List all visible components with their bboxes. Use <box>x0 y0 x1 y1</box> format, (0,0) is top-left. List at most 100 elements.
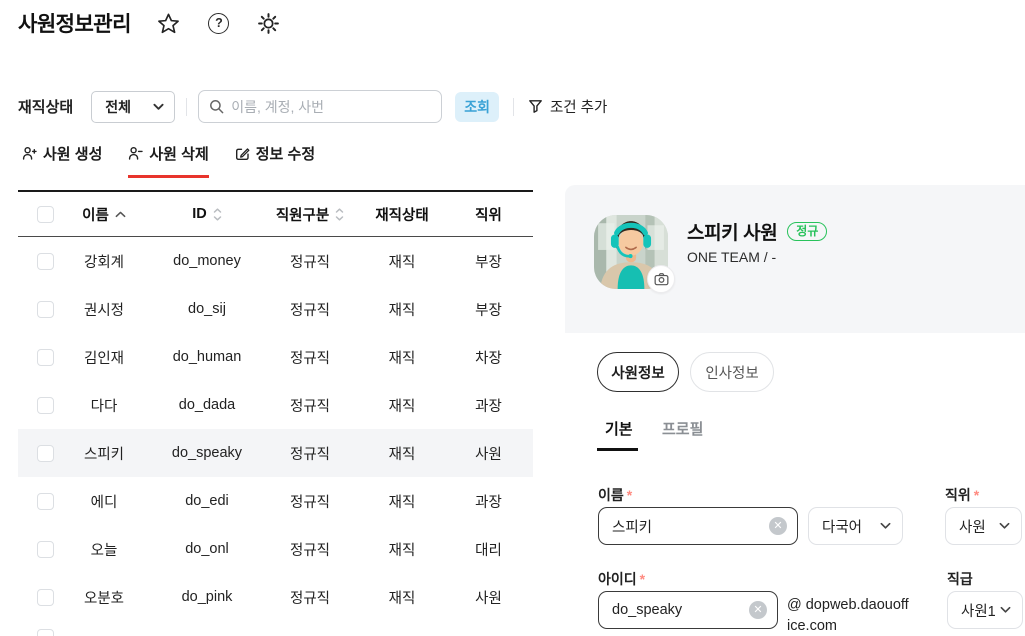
status-filter-select[interactable]: 전체 <box>91 91 175 123</box>
row-checkbox[interactable] <box>37 445 54 462</box>
divider <box>513 98 514 116</box>
row-checkbox[interactable] <box>37 301 54 318</box>
id-field-label: 아이디* <box>598 569 645 589</box>
row-checkbox[interactable] <box>37 253 54 270</box>
table-row[interactable]: 다다do_dada정규직재직과장 <box>18 381 533 429</box>
sort-both-icon <box>213 208 222 221</box>
add-condition-button[interactable]: 조건 추가 <box>528 96 607 117</box>
row-checkbox[interactable] <box>37 589 54 606</box>
subtab-basic[interactable]: 기본 <box>605 418 633 439</box>
column-header-id[interactable]: ID <box>154 206 260 222</box>
search-icon <box>209 99 224 114</box>
cell-type: 정규직 <box>260 299 360 320</box>
required-mark: * <box>640 571 645 587</box>
employee-table: 이름 ID 직원구분 재직상태 직위 강회계do_money정규직재직부장권시정… <box>18 190 533 636</box>
tab-create-employee[interactable]: 사원 생성 <box>22 143 102 178</box>
row-checkbox[interactable] <box>37 541 54 558</box>
column-header-position: 직위 <box>444 204 533 225</box>
grade-select[interactable]: 사원1 <box>947 591 1023 629</box>
id-field: ✕ <box>598 591 778 629</box>
cell-status: 재직 <box>360 347 444 368</box>
table-row[interactable]: 강회계do_money정규직재직부장 <box>18 237 533 285</box>
cell-name: 스피키 <box>54 443 154 464</box>
help-icon[interactable]: ? <box>207 11 231 35</box>
clear-name-icon[interactable]: ✕ <box>769 517 787 535</box>
table-row[interactable]: 김인재do_human정규직재직차장 <box>18 333 533 381</box>
cell-id: do_speaky <box>154 445 260 461</box>
change-photo-button[interactable] <box>647 265 675 293</box>
filter-bar: 재직상태 전체 조회 조건 추가 <box>18 90 607 123</box>
page-title: 사원정보관리 <box>18 8 131 38</box>
row-checkbox[interactable] <box>37 349 54 366</box>
id-input[interactable] <box>612 602 745 618</box>
cell-position: 대리 <box>444 539 533 560</box>
cell-type: 정규직 <box>260 539 360 560</box>
subtab-profile[interactable]: 프로필 <box>662 418 703 439</box>
sort-both-icon <box>335 208 344 221</box>
required-mark: * <box>974 487 979 503</box>
table-header-row: 이름 ID 직원구분 재직상태 직위 <box>18 192 533 237</box>
chevron-down-icon <box>999 522 1010 530</box>
column-header-name[interactable]: 이름 <box>54 204 154 225</box>
camera-icon <box>654 272 669 286</box>
table-row[interactable]: 오분호do_pink정규직재직사원 <box>18 573 533 621</box>
column-header-type[interactable]: 직원구분 <box>260 204 360 225</box>
language-select[interactable]: 다국어 <box>808 507 903 545</box>
cell-type: 정규직 <box>260 395 360 416</box>
employment-status-badge: 정규 <box>787 222 827 241</box>
employee-team: ONE TEAM / - <box>687 249 776 265</box>
table-row[interactable]: 오늘do_onl정규직재직대리 <box>18 525 533 573</box>
table-row[interactable]: 에디do_edi정규직재직과장 <box>18 477 533 525</box>
edit-pencil-icon <box>235 146 250 161</box>
employee-info-app: 사원정보관리 ? 재직상태 전체 <box>0 0 1025 636</box>
clear-id-icon[interactable]: ✕ <box>749 601 767 619</box>
cell-id: do_sij <box>154 301 260 317</box>
cell-status: 재직 <box>360 251 444 272</box>
email-domain-text: @ dopweb.daouoffice.com <box>787 595 909 636</box>
position-field-label: 직위* <box>945 485 979 505</box>
cell-type: 정규직 <box>260 251 360 272</box>
row-checkbox[interactable] <box>37 493 54 510</box>
table-row-partial[interactable] <box>18 621 533 636</box>
name-field-label: 이름* <box>598 485 632 505</box>
cell-position: 부장 <box>444 299 533 320</box>
cell-status: 재직 <box>360 443 444 464</box>
cell-name: 김인재 <box>54 347 154 368</box>
cell-name: 에디 <box>54 491 154 512</box>
tab-delete-employee[interactable]: 사원 삭제 <box>128 143 208 178</box>
employee-detail-panel: 스피키 사원 정규 ONE TEAM / - 사원정보 인사정보 기본 프로필 … <box>565 185 1025 636</box>
favorite-star-icon[interactable] <box>157 11 181 35</box>
cell-status: 재직 <box>360 539 444 560</box>
subtab-active-underline <box>597 448 638 451</box>
name-input[interactable] <box>612 518 765 534</box>
cell-name: 다다 <box>54 395 154 416</box>
cell-id: do_pink <box>154 589 260 605</box>
required-mark: * <box>627 487 632 503</box>
person-minus-icon <box>128 146 143 161</box>
chevron-down-icon <box>880 522 891 530</box>
settings-gear-icon[interactable] <box>257 11 281 35</box>
cell-status: 재직 <box>360 587 444 608</box>
search-input[interactable] <box>231 99 431 115</box>
page-header: 사원정보관리 ? <box>18 8 281 38</box>
select-all-checkbox[interactable] <box>37 206 54 223</box>
search-button[interactable]: 조회 <box>455 92 499 122</box>
status-filter-value: 전체 <box>105 97 131 117</box>
status-filter-label: 재직상태 <box>18 96 73 117</box>
cell-type: 정규직 <box>260 443 360 464</box>
position-select[interactable]: 사원 <box>945 507 1022 545</box>
column-header-status: 재직상태 <box>360 204 444 225</box>
section-button-hr-info[interactable]: 인사정보 <box>690 352 774 392</box>
sort-asc-icon <box>115 211 126 218</box>
section-button-employee-info[interactable]: 사원정보 <box>597 352 679 392</box>
person-plus-icon <box>22 146 37 161</box>
profile-avatar <box>594 215 668 289</box>
row-checkbox[interactable] <box>37 397 54 414</box>
table-row[interactable]: 권시정do_sij정규직재직부장 <box>18 285 533 333</box>
cell-status: 재직 <box>360 299 444 320</box>
main-tabs: 사원 생성 사원 삭제 정보 수정 <box>22 143 315 178</box>
table-row[interactable]: 스피키do_speaky정규직재직사원 <box>18 429 533 477</box>
cell-type: 정규직 <box>260 587 360 608</box>
row-checkbox[interactable] <box>37 629 54 636</box>
tab-edit-info[interactable]: 정보 수정 <box>235 143 315 178</box>
